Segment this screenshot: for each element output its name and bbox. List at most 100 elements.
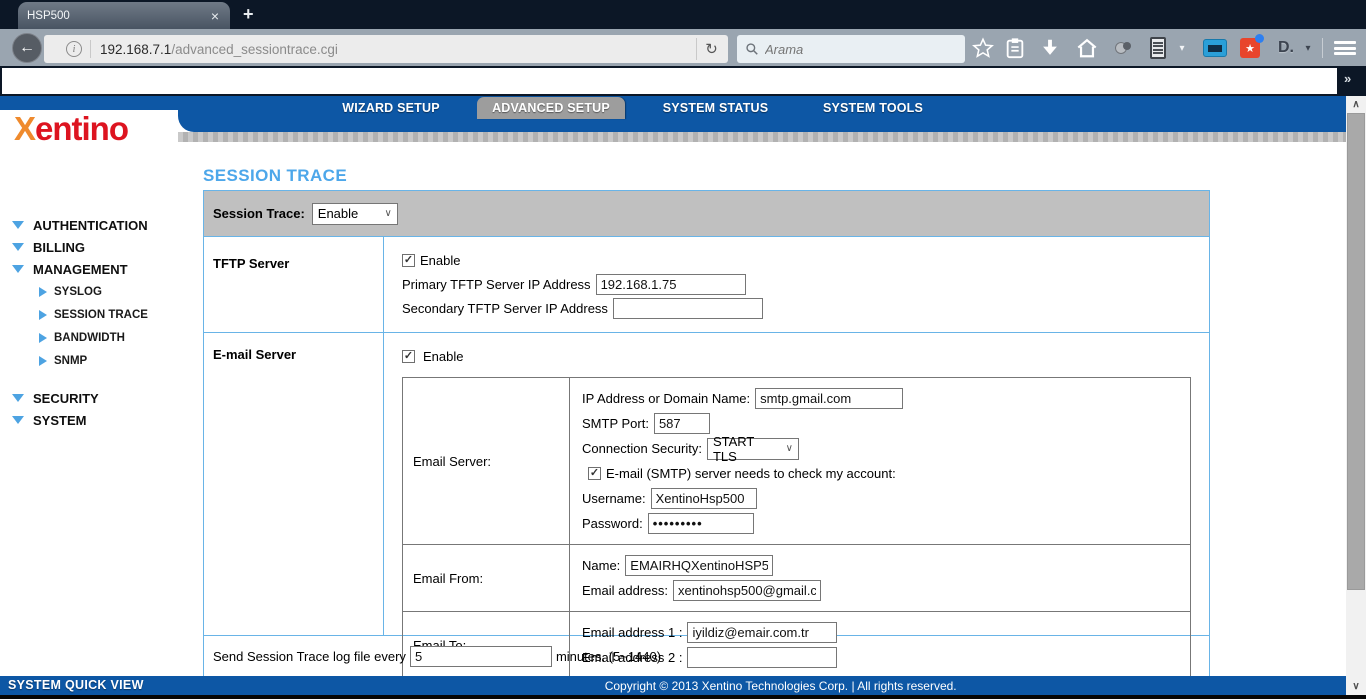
tftp-server-row: TFTP Server ✓ Enable Primary TFTP Server… <box>204 237 1209 333</box>
smtp-port-input[interactable] <box>654 413 710 434</box>
chevron-down-icon: ∨ <box>384 208 391 219</box>
tftp-enable-checkbox[interactable]: ✓ <box>402 254 415 267</box>
smtp-port-label: SMTP Port: <box>582 416 649 431</box>
new-tab-button[interactable]: + <box>243 4 254 25</box>
back-button[interactable]: ← <box>12 33 42 63</box>
addon-d-caret-icon[interactable]: ▾ <box>1300 34 1316 62</box>
smtp-domain-input[interactable] <box>755 388 903 409</box>
tftp-primary-label: Primary TFTP Server IP Address <box>402 277 591 292</box>
tab-system-tools[interactable]: SYSTEM TOOLS <box>813 97 933 119</box>
browser-tab[interactable]: HSP500 × <box>18 2 230 29</box>
from-address-input[interactable] <box>673 580 821 601</box>
from-name-label: Name: <box>582 558 620 573</box>
session-trace-select[interactable]: Enable ∨ <box>312 203 398 225</box>
addon-d-icon[interactable]: D. <box>1272 34 1300 62</box>
send-interval-input[interactable] <box>410 646 552 667</box>
smtp-domain-label: IP Address or Domain Name: <box>582 391 750 406</box>
session-trace-table: Session Trace: Enable ∨ TFTP Server ✓ En… <box>203 190 1210 677</box>
addon-chat-icon[interactable] <box>1201 34 1229 62</box>
download-icon[interactable] <box>1036 34 1064 62</box>
overflow-chevron-icon[interactable]: » <box>1344 71 1351 86</box>
system-quick-view-label[interactable]: SYSTEM QUICK VIEW <box>8 678 144 692</box>
site-header-strip <box>178 132 1346 142</box>
connection-security-label: Connection Security: <box>582 441 702 456</box>
search-box[interactable] <box>737 35 965 63</box>
tab-advanced-setup[interactable]: ADVANCED SETUP <box>477 97 625 119</box>
send-interval-prefix: Send Session Trace log file every <box>213 649 406 664</box>
email-server-row: E-mail Server ✓ Enable Email Server: IP … <box>204 333 1209 636</box>
email-settings-table: Email Server: IP Address or Domain Name:… <box>402 377 1191 679</box>
copyright-text: Copyright © 2013 Xentino Technologies Co… <box>605 679 957 693</box>
sidebar-item-billing[interactable]: BILLING <box>12 236 202 258</box>
scroll-down-icon[interactable]: ∨ <box>1346 678 1366 695</box>
sidebar-item-system[interactable]: SYSTEM <box>12 409 202 431</box>
smtp-auth-label: E-mail (SMTP) server needs to check my a… <box>606 466 896 481</box>
email-server-settings-row: Email Server: IP Address or Domain Name:… <box>403 378 1190 545</box>
email-enable-label: Enable <box>423 349 463 364</box>
menu-hamburger-icon[interactable] <box>1331 36 1359 60</box>
smtp-auth-checkbox[interactable]: ✓ <box>588 467 601 480</box>
smtp-password-input[interactable] <box>648 513 754 534</box>
to-address2-input[interactable] <box>687 647 837 668</box>
triangle-down-icon <box>12 221 24 229</box>
to-address1-input[interactable] <box>687 622 837 643</box>
email-from-row: Email From: Name: Email address: <box>403 545 1190 612</box>
tftp-enable-label: Enable <box>420 253 460 268</box>
scrollbar-thumb[interactable] <box>1347 113 1365 590</box>
send-interval-suffix: minutes. (5~1440) <box>556 649 661 664</box>
email-from-label: Email From: <box>403 545 570 611</box>
tftp-secondary-input[interactable] <box>613 298 763 319</box>
tab-system-status[interactable]: SYSTEM STATUS <box>653 97 778 119</box>
to-address1-label: Email address 1 : <box>582 625 682 640</box>
bookmarks-bar[interactable] <box>2 68 1337 94</box>
url-path: /advanced_sessiontrace.cgi <box>171 42 338 57</box>
triangle-down-icon <box>12 265 24 273</box>
connection-security-select[interactable]: START TLS ∨ <box>707 438 799 460</box>
xentino-logo: Xentino <box>14 110 128 148</box>
smtp-password-label: Password: <box>582 516 643 531</box>
addon-battery-icon[interactable] <box>1144 34 1172 62</box>
page-title: SESSION TRACE <box>203 166 347 186</box>
url-bar[interactable]: i 192.168.7.1 /advanced_sessiontrace.cgi… <box>44 35 728 63</box>
home-icon[interactable] <box>1073 34 1101 62</box>
logo-x: X <box>14 110 35 147</box>
tab-wizard-setup[interactable]: WIZARD SETUP <box>331 97 451 119</box>
sidebar-item-syslog[interactable]: SYSLOG <box>12 280 202 303</box>
search-icon <box>745 42 759 56</box>
toolbar-divider <box>1322 38 1323 58</box>
email-to-row: Email To: Email address 1 : Email addres… <box>403 612 1190 678</box>
browser-chrome: HSP500 × + ← i 192.168.7.1 /advanced_ses… <box>0 0 1366 96</box>
sidebar-item-bandwidth[interactable]: BANDWIDTH <box>12 326 202 349</box>
site-info-icon[interactable]: i <box>66 41 82 57</box>
search-input[interactable] <box>765 42 935 57</box>
email-enable-checkbox[interactable]: ✓ <box>402 350 415 363</box>
email-server-label: E-mail Server <box>204 333 384 635</box>
tab-close-icon[interactable]: × <box>209 8 221 24</box>
from-address-label: Email address: <box>582 583 668 598</box>
reload-button[interactable]: ↻ <box>696 38 726 60</box>
footer-black-strip <box>0 695 1366 699</box>
sidebar-item-authentication[interactable]: AUTHENTICATION <box>12 214 202 236</box>
sidebar-item-snmp[interactable]: SNMP <box>12 349 202 372</box>
smtp-username-label: Username: <box>582 491 646 506</box>
addon-tracker-icon[interactable] <box>1109 34 1137 62</box>
bookmarks-menu-icon[interactable] <box>1001 34 1029 62</box>
triangle-down-icon <box>12 243 24 251</box>
bookmark-star-icon[interactable] <box>969 34 997 62</box>
addon-red-icon[interactable]: ★ <box>1236 34 1264 62</box>
browser-tab-title: HSP500 <box>27 10 209 22</box>
sidebar-item-management[interactable]: MANAGEMENT <box>12 258 202 280</box>
scroll-up-icon[interactable]: ∧ <box>1346 96 1366 113</box>
sidebar-item-session-trace[interactable]: SESSION TRACE <box>12 303 202 326</box>
page-footer: SYSTEM QUICK VIEW Copyright © 2013 Xenti… <box>0 676 1346 695</box>
from-name-input[interactable] <box>625 555 773 576</box>
tftp-primary-input[interactable] <box>596 274 746 295</box>
addon-dropdown-caret-icon[interactable]: ▾ <box>1174 34 1190 62</box>
triangle-right-icon <box>39 333 47 343</box>
sidebar-item-security[interactable]: SECURITY <box>12 387 202 409</box>
page-viewport: Xentino WIZARD SETUP ADVANCED SETUP SYST… <box>0 96 1346 695</box>
smtp-username-input[interactable] <box>651 488 757 509</box>
session-trace-enable-row: Session Trace: Enable ∨ <box>204 191 1209 237</box>
url-host: 192.168.7.1 <box>100 42 171 57</box>
vertical-scrollbar[interactable]: ∧ ∨ <box>1346 96 1366 695</box>
